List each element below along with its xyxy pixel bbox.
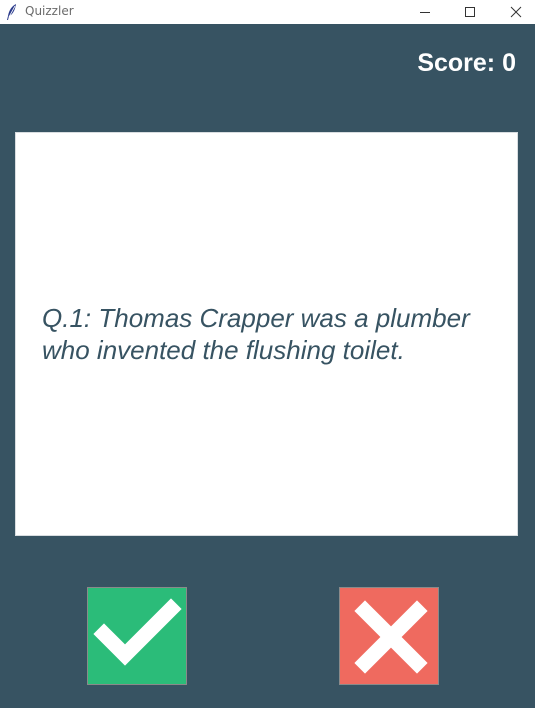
checkmark-icon [93, 598, 182, 666]
close-icon [510, 6, 522, 18]
maximize-button[interactable] [447, 0, 493, 24]
feather-icon [6, 3, 18, 21]
true-button[interactable] [87, 587, 187, 685]
minimize-icon [420, 12, 430, 13]
question-text: Q.1: Thomas Crapper was a plumber who in… [42, 303, 470, 365]
x-mark-icon [354, 600, 428, 674]
score-label: Score: 0 [417, 49, 516, 77]
minimize-button[interactable] [402, 0, 448, 24]
window-title: Quizzler [25, 4, 74, 18]
false-button[interactable] [339, 587, 439, 685]
close-button[interactable] [493, 0, 535, 24]
maximize-icon [465, 7, 475, 17]
title-bar: Quizzler [0, 0, 535, 24]
question-card: Q.1: Thomas Crapper was a plumber who in… [15, 132, 518, 536]
